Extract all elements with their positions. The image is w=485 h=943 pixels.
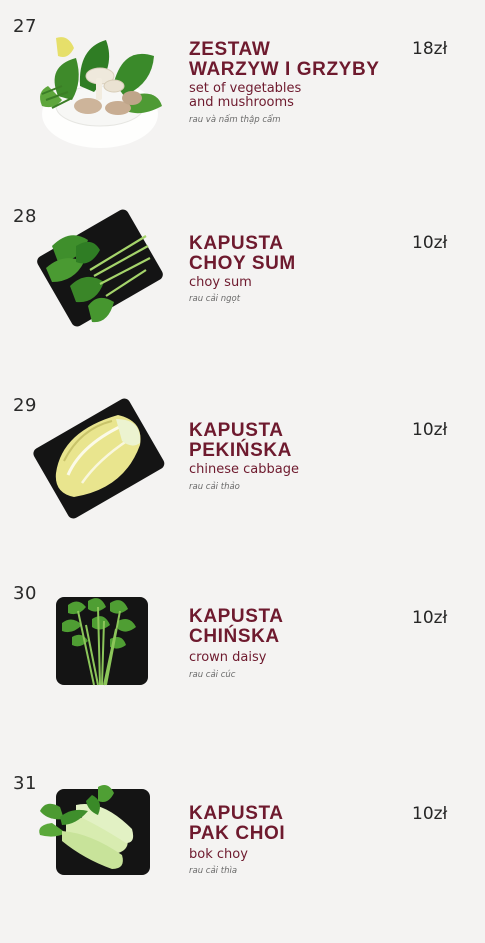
- item-vietnamese-name: rau cải ngọt: [189, 294, 241, 304]
- item-price: 10zł: [412, 804, 448, 824]
- chinese-cabbage-icon: [33, 398, 165, 519]
- item-price: 18zł: [412, 39, 448, 59]
- menu-item-31: 31 KAPUSTA PAK CHOI bok choy rau cải thì…: [0, 773, 485, 943]
- item-name: KAPUSTA PEKIŃSKA: [189, 420, 292, 461]
- item-price: 10zł: [412, 233, 448, 253]
- item-number: 30: [13, 583, 37, 604]
- item-name: ZESTAW WARZYW I GRZYBY: [189, 39, 380, 80]
- vegetables-and-mushrooms-icon: [40, 37, 162, 148]
- crown-daisy-icon: [56, 597, 148, 686]
- menu-item-27: 27 ZESTAW WARZYW I GRZYBY set of vegetab…: [0, 16, 485, 186]
- bok-choy-icon: [39, 785, 150, 875]
- item-english-name: bok choy: [189, 847, 248, 862]
- choy-sum-icon: [37, 209, 163, 327]
- item-name: KAPUSTA CHIŃSKA: [189, 606, 284, 647]
- item-vietnamese-name: rau cải thìa: [189, 866, 238, 876]
- item-english-name: set of vegetables and mushrooms: [189, 81, 302, 110]
- item-english-name: chinese cabbage: [189, 462, 299, 477]
- item-name: KAPUSTA CHOY SUM: [189, 233, 296, 274]
- menu-item-29: 29 KAPUSTA PEKIŃSKA chinese cabbage rau …: [0, 395, 485, 565]
- item-name: KAPUSTA PAK CHOI: [189, 803, 286, 844]
- item-vietnamese-name: rau và nấm thập cẩm: [189, 115, 281, 125]
- item-vietnamese-name: rau cải thảo: [189, 482, 240, 492]
- item-vietnamese-name: rau cải cúc: [189, 670, 236, 680]
- item-price: 10zł: [412, 420, 448, 440]
- menu-item-28: 28 KAPUSTA CHOY SUM choy sum rau cải ngọ…: [0, 206, 485, 376]
- item-english-name: choy sum: [189, 275, 252, 290]
- item-price: 10zł: [412, 608, 448, 628]
- item-english-name: crown daisy: [189, 650, 267, 665]
- menu-item-30: 30 KAPUSTA CHIŃSKA crown daisy rau cải c…: [0, 583, 485, 753]
